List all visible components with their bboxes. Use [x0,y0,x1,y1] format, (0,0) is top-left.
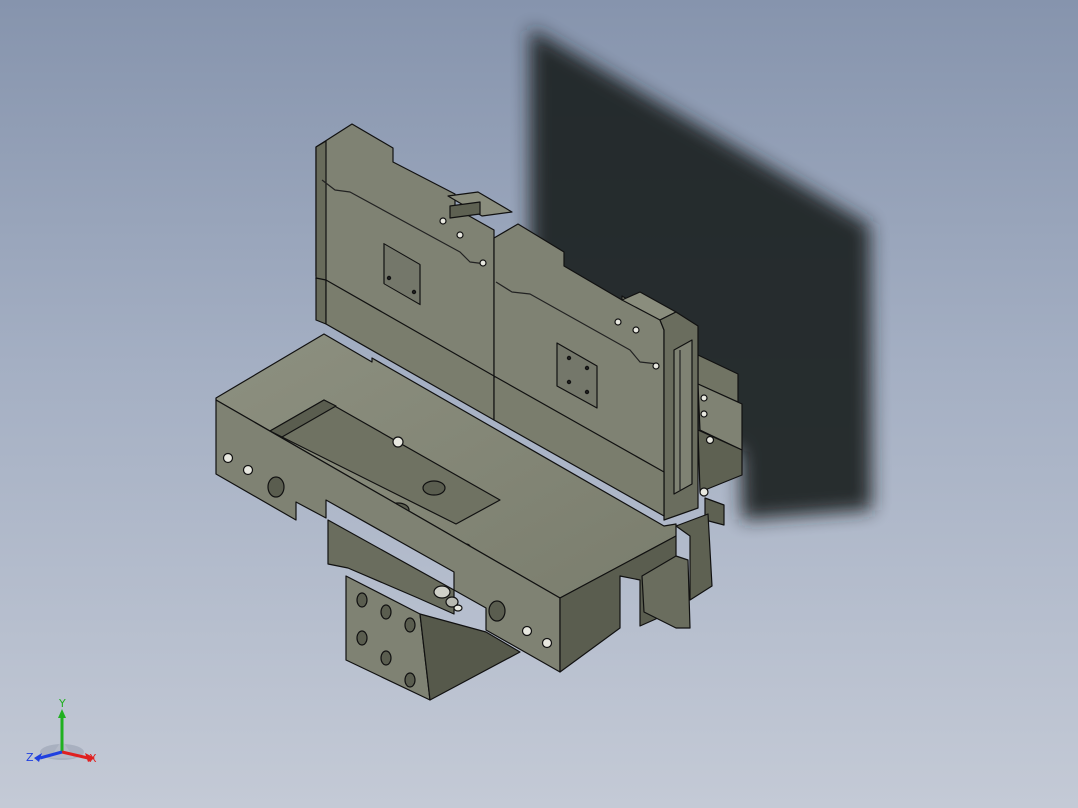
pocket-hole [392,436,404,448]
3d-viewport[interactable]: Y X Z [0,0,1078,808]
pocket-bore-2 [422,480,446,496]
side-actuator[interactable] [697,354,743,526]
right-plate-side[interactable] [659,311,699,521]
coordinate-triad: Y X Z [26,697,97,765]
plate-lower-left [315,277,327,325]
y-axis-arrow [58,709,66,718]
x-axis-label: X [89,752,97,765]
z-axis-label: Z [26,751,34,764]
cad-scene[interactable] [0,0,1078,808]
y-axis-label: Y [58,697,66,710]
